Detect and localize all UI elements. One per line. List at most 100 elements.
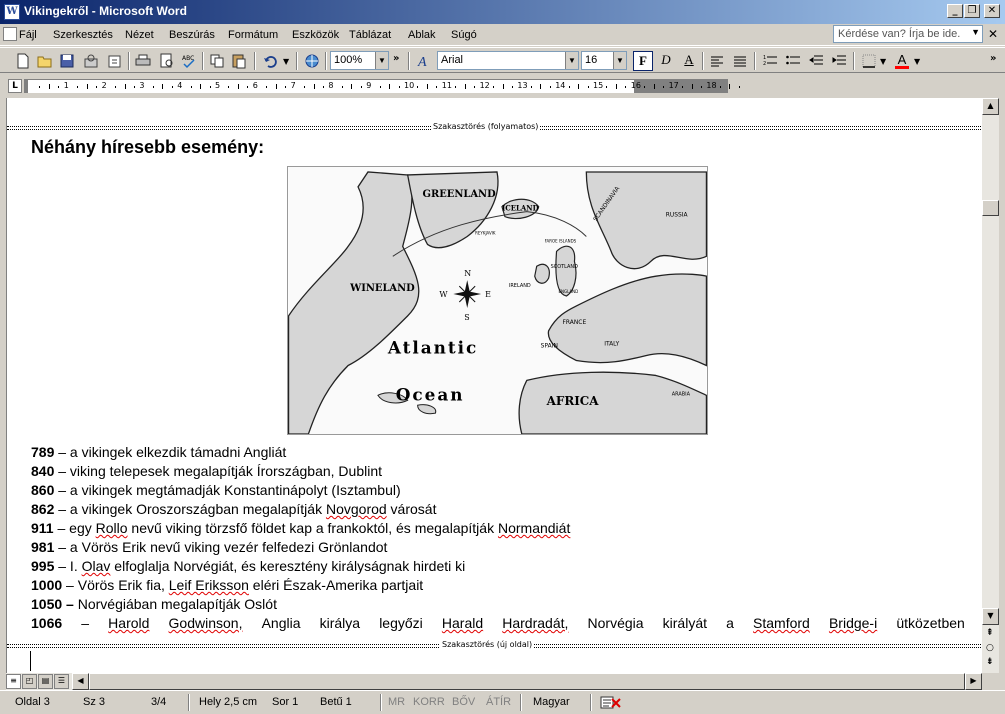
- underline-button[interactable]: A: [679, 51, 699, 71]
- map-label-iceland: ICELAND: [502, 204, 539, 213]
- paste-icon[interactable]: [230, 52, 248, 70]
- print-layout-icon[interactable]: ▤: [38, 674, 53, 689]
- font-color-dropdown-icon[interactable]: ▼: [914, 57, 920, 66]
- undo-icon[interactable]: [262, 52, 280, 70]
- menu-format[interactable]: Formátum: [228, 29, 278, 41]
- zoom-value: 100%: [334, 54, 363, 66]
- borders-icon[interactable]: [860, 52, 878, 70]
- undo-dropdown-icon[interactable]: ▼: [283, 57, 289, 66]
- next-page-icon[interactable]: ⇟: [986, 657, 994, 667]
- status-rec[interactable]: MR: [388, 696, 405, 708]
- scroll-left-icon[interactable]: ◀: [72, 673, 89, 690]
- ruler-tick: [360, 86, 362, 88]
- ruler-tick: [644, 86, 646, 88]
- status-ext[interactable]: BŐV: [452, 696, 475, 708]
- bullet-list-icon[interactable]: [784, 52, 802, 70]
- zoom-select[interactable]: 100% ▼: [330, 51, 389, 70]
- horizontal-scrollbar[interactable]: ≡ ◰ ▤ ☰ ◀ ▶: [6, 673, 982, 690]
- menu-insert[interactable]: Beszúrás: [169, 29, 215, 41]
- status-ovr[interactable]: ÁTÍR: [486, 696, 511, 708]
- help-search-placeholder: Kérdése van? Írja be ide.: [838, 28, 961, 40]
- ruler-tick: [436, 86, 438, 88]
- open-folder-icon[interactable]: [36, 52, 54, 70]
- spelling-status-icon[interactable]: [600, 695, 622, 711]
- normal-view-icon[interactable]: ≡: [6, 674, 21, 689]
- ruler-tick: [691, 84, 693, 89]
- save-icon[interactable]: [58, 52, 76, 70]
- vertical-scroll-thumb[interactable]: [982, 200, 999, 216]
- borders-dropdown-icon[interactable]: ▼: [880, 57, 886, 66]
- toolbar-overflow-icon[interactable]: »: [990, 53, 996, 64]
- align-left-icon[interactable]: [708, 52, 726, 70]
- viking-map-image[interactable]: N S W E GREENLAND ICELAND REYKJAVIK FARO…: [287, 166, 708, 435]
- document-icon[interactable]: [3, 27, 17, 41]
- ruler-number: 5: [215, 81, 221, 90]
- permission-icon[interactable]: [82, 52, 100, 70]
- menu-edit[interactable]: Szerkesztés: [53, 29, 113, 41]
- map-label-faroe: FAROE ISLANDS: [545, 238, 577, 243]
- close-button[interactable]: ✕: [984, 4, 1000, 18]
- ruler-tick: [398, 86, 400, 88]
- menu-view[interactable]: Nézet: [125, 29, 154, 41]
- scroll-up-icon[interactable]: ▲: [982, 98, 999, 115]
- justify-icon[interactable]: [731, 52, 749, 70]
- word-icon[interactable]: W: [4, 4, 20, 20]
- font-color-button[interactable]: A: [892, 51, 912, 71]
- font-size-value: 16: [585, 54, 598, 66]
- chevron-down-icon[interactable]: ▼: [971, 27, 980, 37]
- scroll-down-icon[interactable]: ▼: [982, 608, 999, 625]
- map-label-e: E: [485, 290, 491, 299]
- new-document-icon[interactable]: [14, 52, 32, 70]
- help-search-input[interactable]: Kérdése van? Írja be ide. ▼: [833, 25, 983, 43]
- previous-page-icon[interactable]: ⇞: [986, 628, 994, 638]
- spelling-icon[interactable]: ABC: [180, 52, 198, 70]
- email-icon[interactable]: [106, 52, 124, 70]
- restore-button[interactable]: ❐: [964, 4, 980, 18]
- horizontal-ruler[interactable]: 1 2 3 4 5 6 7 8 9 10 11 12 13 14 15 16 17 18: [24, 79, 740, 93]
- ruler-number: 1: [63, 81, 69, 90]
- font-select[interactable]: Arial ▼: [437, 51, 579, 70]
- tab-selector[interactable]: L: [8, 79, 22, 93]
- status-language[interactable]: Magyar: [533, 696, 570, 708]
- menu-table[interactable]: Táblázat: [349, 29, 391, 41]
- ruler-tick: [379, 86, 381, 88]
- browse-object-icon[interactable]: ○: [986, 643, 994, 653]
- print-preview-icon[interactable]: [158, 52, 176, 70]
- ruler-tick: [540, 84, 542, 89]
- ruler-number: 4: [177, 81, 183, 90]
- increase-indent-icon[interactable]: [830, 52, 848, 70]
- print-icon[interactable]: [134, 52, 152, 70]
- minimize-button[interactable]: _: [947, 4, 963, 18]
- bold-button[interactable]: F: [633, 51, 653, 71]
- web-view-icon[interactable]: ◰: [22, 674, 37, 689]
- status-trk[interactable]: KORR: [413, 696, 445, 708]
- vertical-scrollbar[interactable]: ▲ ▼ ⇞ ○ ⇟: [982, 98, 999, 673]
- event-911: 911 – egy Rollo nevű viking törzsfő föld…: [31, 520, 571, 536]
- chevron-down-icon[interactable]: ▼: [375, 52, 388, 69]
- italic-button[interactable]: D: [656, 51, 676, 71]
- map-label-italy: ITALY: [604, 341, 619, 348]
- chevron-down-icon[interactable]: ▼: [565, 52, 578, 69]
- scroll-right-icon[interactable]: ▶: [965, 673, 982, 690]
- horizontal-scroll-thumb[interactable]: [89, 673, 965, 690]
- toolbar-overflow-icon[interactable]: »: [393, 53, 399, 64]
- styles-icon[interactable]: A: [415, 52, 433, 70]
- outline-view-icon[interactable]: ☰: [54, 674, 69, 689]
- close-document-icon[interactable]: ✕: [988, 27, 998, 41]
- font-size-select[interactable]: 16 ▼: [581, 51, 627, 70]
- ruler-number: 13: [517, 81, 528, 90]
- menu-window[interactable]: Ablak: [408, 29, 436, 41]
- copy-icon[interactable]: [208, 52, 226, 70]
- ruler-tick: [426, 84, 428, 89]
- numbered-list-icon[interactable]: 12: [761, 52, 779, 70]
- decrease-indent-icon[interactable]: [807, 52, 825, 70]
- document-page[interactable]: Szakasztörés (folyamatos) Néhány híreseb…: [6, 98, 982, 673]
- chevron-down-icon[interactable]: ▼: [613, 52, 626, 69]
- ruler-tick: [152, 86, 154, 88]
- menu-help[interactable]: Súgó: [451, 29, 477, 41]
- menu-file[interactable]: Fájl: [19, 29, 37, 41]
- ruler-tick: [266, 86, 268, 88]
- menu-tools[interactable]: Eszközök: [292, 29, 339, 41]
- ruler-tick: [511, 86, 513, 88]
- hyperlink-globe-icon[interactable]: [303, 52, 321, 70]
